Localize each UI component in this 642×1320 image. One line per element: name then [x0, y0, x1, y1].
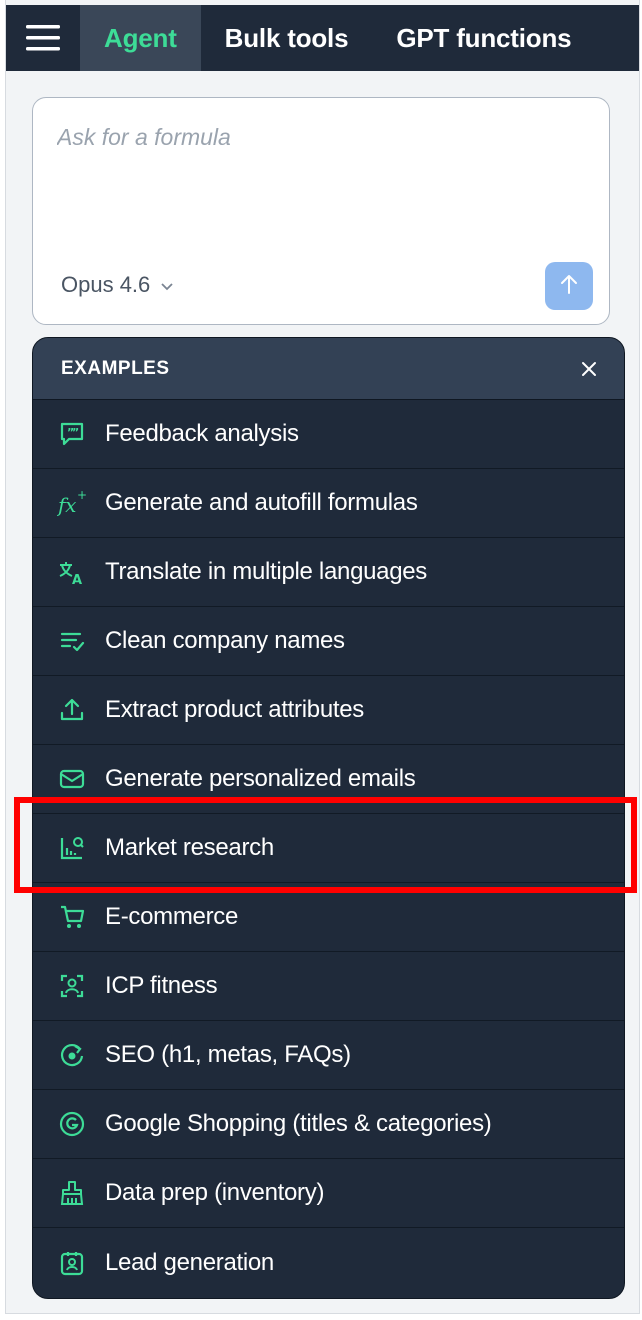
example-item-clean-company-names[interactable]: Clean company names: [33, 607, 624, 676]
example-label: Google Shopping (titles & categories): [105, 1110, 492, 1137]
prompt-composer: Opus 4.6: [32, 97, 610, 325]
formula-prompt-input[interactable]: [57, 124, 577, 234]
examples-title: EXAMPLES: [61, 357, 170, 379]
close-icon[interactable]: [580, 360, 598, 378]
bar-chart-search-icon: [55, 831, 89, 865]
examples-panel: EXAMPLES ”” Feedback analysis fx + Genera…: [32, 337, 625, 1299]
send-button[interactable]: [545, 262, 593, 310]
quote-bubble-icon: ””: [55, 417, 89, 451]
example-item-feedback-analysis[interactable]: ”” Feedback analysis: [33, 400, 624, 469]
example-item-google-shopping[interactable]: Google Shopping (titles & categories): [33, 1090, 624, 1159]
tab-gpt-functions[interactable]: GPT functions: [372, 5, 595, 71]
svg-text:+: +: [77, 489, 87, 502]
example-item-generate-formulas[interactable]: fx + Generate and autofill formulas: [33, 469, 624, 538]
example-item-seo[interactable]: SEO (h1, metas, FAQs): [33, 1021, 624, 1090]
list-clean-icon: [55, 624, 89, 658]
svg-text:fx: fx: [57, 493, 76, 517]
example-item-lead-generation[interactable]: Lead generation: [33, 1228, 624, 1297]
example-label: Generate and autofill formulas: [105, 489, 418, 516]
example-item-translate[interactable]: A Translate in multiple languages: [33, 538, 624, 607]
example-item-e-commerce[interactable]: E-commerce: [33, 883, 624, 952]
example-label: Extract product attributes: [105, 696, 364, 723]
arrow-up-icon: [559, 273, 579, 300]
example-label: Data prep (inventory): [105, 1179, 325, 1206]
function-fx-icon: fx +: [55, 486, 89, 520]
user-target-icon: [55, 969, 89, 1003]
hamburger-menu-icon[interactable]: [6, 5, 80, 71]
example-label: Feedback analysis: [105, 420, 299, 447]
example-item-data-prep[interactable]: Data prep (inventory): [33, 1159, 624, 1228]
example-label: Market research: [105, 834, 274, 861]
tab-bulk-tools[interactable]: Bulk tools: [201, 5, 373, 71]
example-label: Translate in multiple languages: [105, 558, 428, 585]
google-g-icon: [55, 1107, 89, 1141]
mail-icon: [55, 762, 89, 796]
top-navigation: Agent Bulk tools GPT functions: [6, 5, 639, 71]
brush-icon: [55, 1176, 89, 1210]
example-item-market-research[interactable]: Market research: [33, 814, 624, 883]
example-label: SEO (h1, metas, FAQs): [105, 1041, 351, 1068]
shopping-cart-icon: [55, 900, 89, 934]
contact-badge-icon: [55, 1246, 89, 1280]
example-label: Generate personalized emails: [105, 765, 416, 792]
chevron-down-icon: [160, 272, 174, 298]
refresh-target-icon: [55, 1038, 89, 1072]
svg-text:A: A: [72, 573, 82, 586]
example-label: E-commerce: [105, 903, 239, 930]
translate-icon: A: [55, 555, 89, 589]
svg-text:”: ”: [72, 426, 79, 439]
tab-agent[interactable]: Agent: [80, 5, 201, 71]
example-label: Clean company names: [105, 627, 345, 654]
model-selector[interactable]: Opus 4.6: [61, 272, 174, 298]
example-label: ICP fitness: [105, 972, 218, 999]
example-item-extract-attributes[interactable]: Extract product attributes: [33, 676, 624, 745]
upload-extract-icon: [55, 693, 89, 727]
example-label: Lead generation: [105, 1248, 274, 1276]
examples-header: EXAMPLES: [33, 338, 624, 400]
model-name: Opus 4.6: [61, 272, 151, 297]
example-item-personalized-emails[interactable]: Generate personalized emails: [33, 745, 624, 814]
example-item-icp-fitness[interactable]: ICP fitness: [33, 952, 624, 1021]
